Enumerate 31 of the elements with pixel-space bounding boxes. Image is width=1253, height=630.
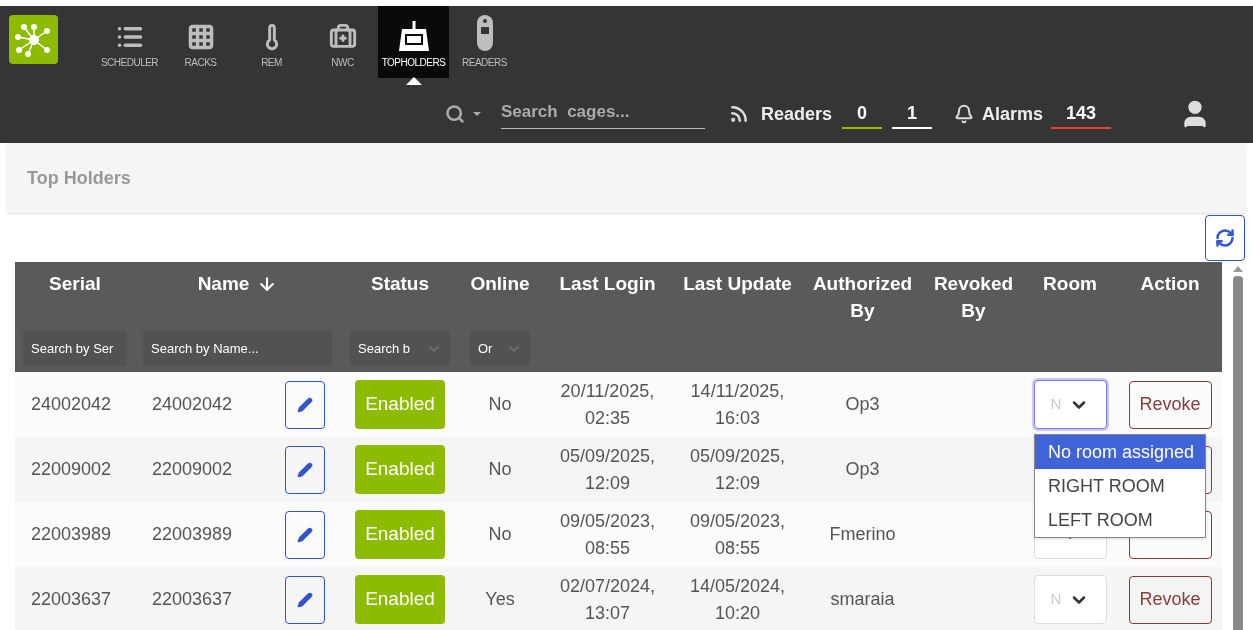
table-cell-text: 05/09/2025, 12:09 — [558, 444, 657, 495]
page-title: Top Holders — [27, 166, 131, 190]
readers-label: Readers — [761, 102, 833, 126]
table-cell-text: 02/07/2024, 13:07 — [558, 574, 657, 625]
table-cell-text: 09/05/2023, 08:55 — [688, 509, 787, 560]
status-badge: Enabled — [355, 380, 445, 429]
table-cell-text: Yes — [484, 588, 516, 611]
table-cell-text: 09/05/2023, 08:55 — [558, 509, 657, 560]
table-cell-text: 24002042 — [30, 393, 113, 416]
table-cell-text: smaraia — [829, 588, 896, 611]
table-cell-text: No — [487, 393, 513, 416]
table-cell-text: 14/11/2025, 16:03 — [689, 379, 786, 430]
table-cell-text: 20/11/2025, 02:35 — [559, 379, 656, 430]
alarms-label: Alarms — [982, 102, 1044, 126]
table-cell-text: 14/05/2024, 10:20 — [688, 574, 787, 625]
status-badge: Enabled — [355, 445, 445, 494]
table-cell-text: Op3 — [844, 458, 881, 481]
status-badge: Enabled — [355, 510, 445, 559]
table-cell-text: 24002042 — [152, 393, 233, 416]
table-cell-text: 05/09/2025, 12:09 — [688, 444, 787, 495]
status-badge: Enabled — [355, 575, 445, 624]
table-cell-text: 22003989 — [152, 523, 233, 546]
table-cell-text: Fmerino — [828, 523, 897, 546]
table-cell-text: 22003637 — [30, 588, 113, 611]
table-cell-text: 22009002 — [152, 458, 233, 481]
table-cell-text: No — [487, 523, 513, 546]
table-cell-text: No — [487, 458, 513, 481]
table-cell-text: 22003637 — [152, 588, 233, 611]
table-cell-text: Op3 — [844, 393, 881, 416]
table-cell-text: 22009002 — [30, 458, 113, 481]
table-cell-text: 22003989 — [30, 523, 113, 546]
